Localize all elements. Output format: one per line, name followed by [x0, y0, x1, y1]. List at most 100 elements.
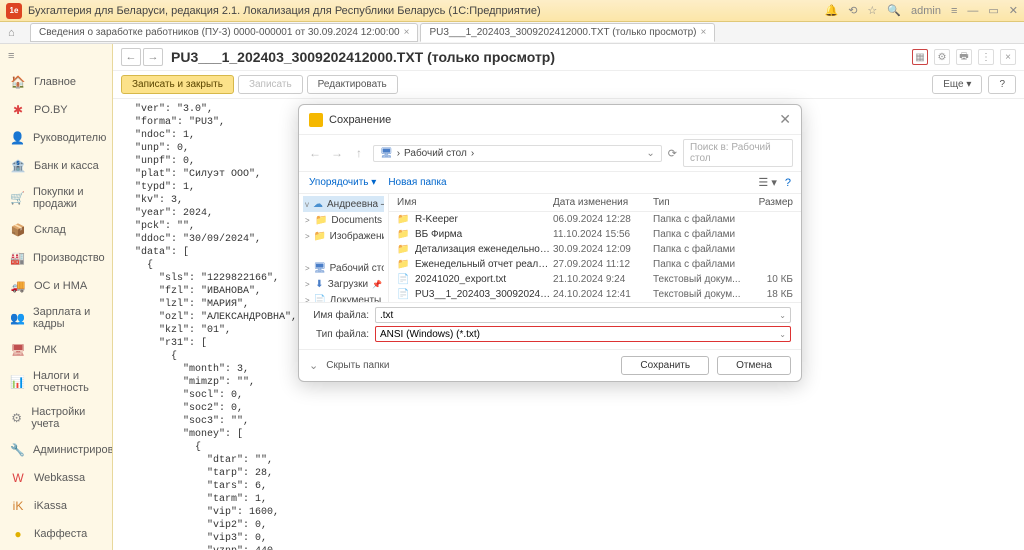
close-tab-icon[interactable]: × — [404, 27, 410, 38]
desktop-icon: 🖥 — [380, 148, 393, 159]
maximize-icon[interactable]: ▭ — [988, 4, 998, 17]
sidebar-item-12[interactable]: 🔧Администрирование — [0, 436, 112, 464]
file-icon: 📁 — [397, 244, 411, 255]
sidebar-label: Производство — [33, 252, 105, 264]
sidebar-icon: 🏠 — [10, 74, 26, 90]
file-row-0[interactable]: 📁R-Keeper06.09.2024 12:28Папка с файлами — [389, 212, 801, 227]
close-tab-icon[interactable]: × — [700, 27, 706, 38]
file-row-4[interactable]: 📄20241020_export.txt21.10.2024 9:24Текст… — [389, 272, 801, 287]
sidebar-icon: ● — [10, 526, 26, 542]
file-row-3[interactable]: 📁Еженедельный отчет реализации 27557...2… — [389, 257, 801, 272]
titlebar: 1e Бухгалтерия для Беларуси, редакция 2.… — [0, 0, 1024, 22]
sidebar-icon: iK — [10, 498, 26, 514]
sidebar-item-9[interactable]: 🖥 РМК — [0, 336, 112, 364]
file-row-1[interactable]: 📁ВБ Фирма11.10.2024 15:56Папка с файлами — [389, 227, 801, 242]
tool-print-icon[interactable]: 🖶 — [956, 49, 972, 65]
sidebar-icon: 👤 — [10, 130, 25, 146]
dialog-save-button[interactable]: Сохранить — [621, 356, 709, 375]
more-button[interactable]: Еще ▾ — [932, 75, 982, 94]
save-close-button[interactable]: Записать и закрыть — [121, 75, 234, 94]
col-date-header[interactable]: Дата изменения — [553, 197, 653, 208]
help-icon[interactable]: ? — [785, 177, 791, 189]
tree-item-6[interactable]: >📄Документы📌 — [303, 292, 384, 302]
sidebar-item-1[interactable]: ✱PO.BY — [0, 96, 112, 124]
view-mode-icon[interactable]: ☰ ▾ — [758, 176, 776, 189]
menu-toggle-icon[interactable]: ≡ — [0, 44, 112, 68]
path-bar[interactable]: 🖥 › Рабочий стол › ⌄ — [373, 145, 662, 162]
file-row-2[interactable]: 📁Детализация еженедельного отчета No...3… — [389, 242, 801, 257]
sidebar-label: Каффеста — [34, 528, 87, 540]
refresh-icon[interactable]: ⟳ — [668, 147, 677, 160]
help-button[interactable]: ? — [988, 75, 1016, 94]
sidebar-label: Покупки и продажи — [33, 186, 102, 210]
tab-label: PU3___1_202403_3009202412000.TXT (только… — [429, 27, 696, 38]
sidebar-item-4[interactable]: 🛒 Покупки и продажи — [0, 180, 112, 216]
dlg-forward-arrow[interactable]: → — [329, 146, 345, 160]
dlg-up-arrow[interactable]: ↑ — [351, 146, 367, 160]
sidebar-item-13[interactable]: WWebkassa — [0, 464, 112, 492]
back-arrow[interactable]: ← — [121, 48, 141, 66]
user-label[interactable]: admin — [911, 5, 941, 17]
file-row-5[interactable]: 📄PU3__1_202403_3009202412000.TXT24.10.20… — [389, 287, 801, 302]
sidebar-item-11[interactable]: ⚙Настройки учета — [0, 400, 112, 436]
organize-button[interactable]: Упорядочить ▾ — [309, 177, 376, 188]
chevron-down-icon[interactable]: ⌄ — [779, 311, 786, 320]
sidebar-item-10[interactable]: 📊 Налоги и отчетность — [0, 364, 112, 400]
dialog-close-icon[interactable]: ✕ — [779, 111, 791, 128]
col-name-header[interactable]: Имя — [397, 197, 553, 208]
filename-input[interactable]: .txt ⌄ — [375, 307, 791, 323]
history-icon[interactable]: ⟲ — [848, 4, 857, 17]
col-size-header[interactable]: Размер — [743, 197, 793, 208]
sidebar-item-7[interactable]: 🚚ОС и НМА — [0, 272, 112, 300]
sidebar-icon: 🖥 — [10, 342, 26, 358]
tool-settings-icon[interactable]: ⚙ — [934, 49, 950, 65]
filetype-select[interactable]: ANSI (Windows) (*.txt) ⌄ — [375, 326, 791, 342]
tree-item-1[interactable]: >📁Documents — [303, 212, 384, 228]
sidebar-label: Налоги и отчетность — [33, 370, 102, 394]
tree-item-4[interactable]: >🖥Рабочий сто📌 — [303, 260, 384, 276]
sidebar-icon: 🔧 — [10, 442, 25, 458]
sidebar-icon: 📊 — [10, 374, 25, 390]
sidebar-item-6[interactable]: 🏭Производство — [0, 244, 112, 272]
sidebar-icon: ⚙ — [10, 410, 23, 426]
sidebar-item-8[interactable]: 👥Зарплата и кадры — [0, 300, 112, 336]
home-icon[interactable]: ⌂ — [8, 27, 15, 39]
chevron-down-icon[interactable]: ⌄ — [646, 148, 654, 159]
search-icon[interactable]: 🔍 — [887, 4, 901, 17]
sidebar-item-14[interactable]: iKiKassa — [0, 492, 112, 520]
path-segment[interactable]: Рабочий стол — [404, 148, 467, 159]
sidebar-item-2[interactable]: 👤Руководителю — [0, 124, 112, 152]
minimize-icon[interactable]: — — [967, 5, 978, 17]
tree-item-2[interactable]: >📁Изображения — [303, 228, 384, 244]
chevron-down-icon[interactable]: ⌄ — [779, 330, 786, 339]
tree-item-0[interactable]: v☁Андреевна — Л — [303, 196, 384, 212]
sidebar-item-5[interactable]: 📦Склад — [0, 216, 112, 244]
tab-pu3-form[interactable]: Сведения о заработке работников (ПУ-3) 0… — [30, 23, 418, 42]
dialog-search-input[interactable]: Поиск в: Рабочий стол — [683, 139, 793, 167]
star-icon[interactable]: ☆ — [867, 4, 877, 17]
new-folder-button[interactable]: Новая папка — [388, 177, 446, 188]
col-type-header[interactable]: Тип — [653, 197, 743, 208]
sidebar-item-3[interactable]: 🏦Банк и касса — [0, 152, 112, 180]
hide-folders-link[interactable]: Скрыть папки — [326, 360, 389, 371]
bell-icon[interactable]: 🔔 — [824, 4, 838, 17]
write-button[interactable]: Записать — [238, 75, 303, 94]
tool-more-icon[interactable]: ⋮ — [978, 49, 994, 65]
dialog-cancel-button[interactable]: Отмена — [717, 356, 791, 375]
dlg-back-arrow[interactable]: ← — [307, 146, 323, 160]
edit-button[interactable]: Редактировать — [307, 75, 398, 94]
tree-item-5[interactable]: >⬇Загрузки📌 — [303, 276, 384, 292]
close-app-icon[interactable]: ✕ — [1009, 4, 1018, 17]
sidebar-item-15[interactable]: ● Каффеста — [0, 520, 112, 548]
tab-pu3-txt[interactable]: PU3___1_202403_3009202412000.TXT (только… — [420, 23, 715, 42]
chevron-down-icon[interactable]: ⌄ — [309, 359, 318, 372]
tree-item-3[interactable] — [303, 244, 384, 260]
sidebar-label: Зарплата и кадры — [33, 306, 102, 330]
sidebar-icon: 🛒 — [10, 190, 25, 206]
tool-close-icon[interactable]: × — [1000, 49, 1016, 65]
sidebar-label: РМК — [34, 344, 57, 356]
tool-view-icon[interactable]: ▦ — [912, 49, 928, 65]
sidebar-item-0[interactable]: 🏠Главное — [0, 68, 112, 96]
forward-arrow[interactable]: → — [143, 48, 163, 66]
settings-icon[interactable]: ≡ — [951, 5, 957, 17]
